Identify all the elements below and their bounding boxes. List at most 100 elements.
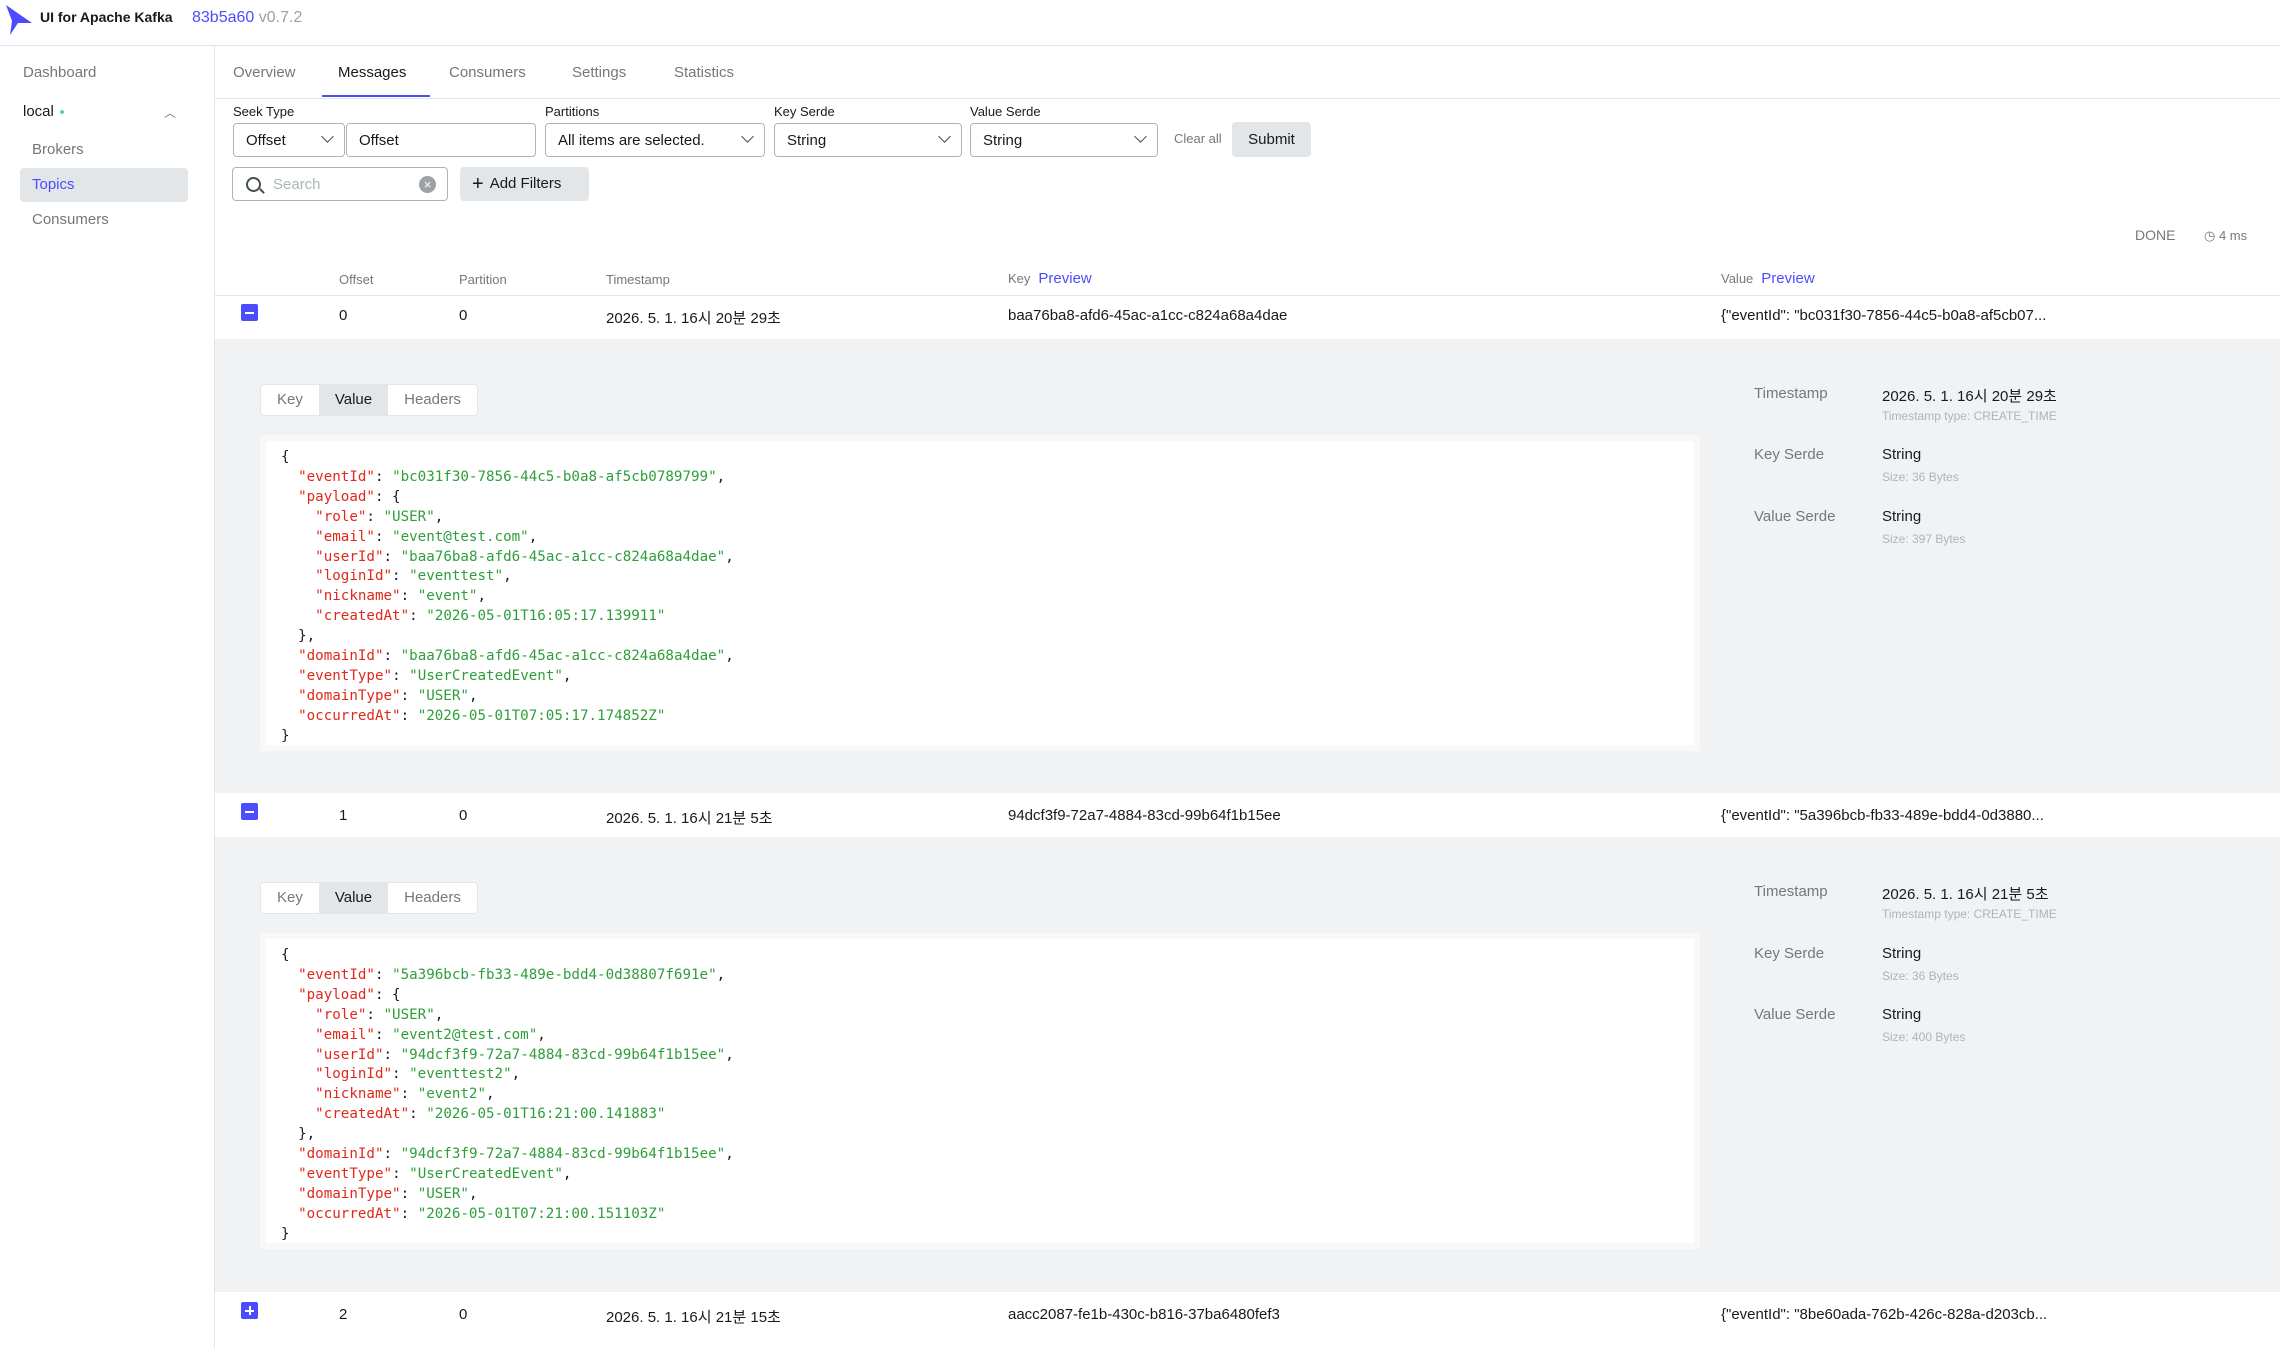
search-icon [246,177,261,192]
column-header-value: Value Preview [1721,270,1815,287]
row-value: {"eventId": "5a396bcb-fb33-489e-bdd4-0d3… [1721,807,2044,824]
sidebar-item-topics[interactable]: Topics [32,176,75,193]
json-content: { "eventId": "5a396bcb-fb33-489e-bdd4-0d… [281,947,734,1242]
partitions-label: Partitions [545,104,600,119]
meta-timestamp-type: Timestamp type: CREATE_TIME [1882,907,2057,921]
json-viewer: { "eventId": "bc031f30-7856-44c5-b0a8-af… [260,435,1700,751]
meta-key-serde-value: String [1882,945,1922,962]
column-header-partition[interactable]: Partition [459,272,507,287]
row-partition: 0 [459,307,468,324]
row-value: {"eventId": "8be60ada-762b-426c-828a-d20… [1721,1306,2048,1323]
app-title[interactable]: UI for Apache Kafka [40,9,173,25]
cluster-name: local [23,103,54,120]
row-partition: 0 [459,807,468,824]
version-info: 83b5a60 v0.7.2 [192,9,302,27]
sidebar-cluster-local[interactable]: local [23,103,64,120]
cluster-status-dot [59,110,64,115]
submit-button[interactable]: Submit [1232,122,1311,157]
value-serde-label: Value Serde [970,104,1041,119]
chevron-up-icon[interactable]: ︿ [164,104,176,121]
meta-value-serde-value: String [1882,1006,1922,1023]
meta-value-serde-label: Value Serde [1754,508,1836,525]
status-done: DONE [2135,227,2176,243]
meta-timestamp-value: 2026. 5. 1. 16시 21분 5초 [1882,886,2049,903]
add-filters-label: Add Filters [489,175,562,192]
offset-input-value: Offset [359,132,399,149]
key-serde-value: String [787,132,827,149]
elapsed-value: 4 ms [2218,228,2248,243]
value-serde-select[interactable]: String [970,123,1158,157]
row-timestamp: 2026. 5. 1. 16시 21분 15초 [606,1309,781,1326]
key-preview-button[interactable]: Preview [1038,270,1091,287]
meta-key-serde-value: String [1882,446,1922,463]
expand-row-icon[interactable] [241,1302,258,1319]
meta-timestamp-value: 2026. 5. 1. 16시 20분 29초 [1882,388,2057,405]
tab-statistics[interactable]: Statistics [674,64,734,81]
meta-value-serde-label: Value Serde [1754,1006,1836,1023]
partitions-select[interactable]: All items are selected. [545,123,765,157]
active-tab-indicator [322,95,430,97]
header-divider [215,295,2280,296]
detail-tab-headers[interactable]: Headers [388,385,477,415]
value-header-label: Value [1721,271,1754,286]
meta-key-size: Size: 36 Bytes [1882,969,1959,983]
column-header-key: Key Preview [1008,270,1092,287]
value-serde-value: String [983,132,1023,149]
tab-settings[interactable]: Settings [572,64,626,81]
meta-value-serde-value: String [1882,508,1922,525]
sidebar [0,46,215,1348]
meta-timestamp-type: Timestamp type: CREATE_TIME [1882,409,2057,423]
tab-overview[interactable]: Overview [233,64,296,81]
row-offset: 0 [339,307,348,324]
key-serde-select[interactable]: String [774,123,962,157]
value-preview-button[interactable]: Preview [1761,270,1814,287]
chevron-down-icon [938,130,951,143]
meta-timestamp-label: Timestamp [1754,883,1828,900]
collapse-row-icon[interactable] [241,803,258,820]
offset-input[interactable]: Offset [346,123,536,157]
meta-key-serde-label: Key Serde [1754,446,1825,463]
clear-search-icon[interactable]: × [419,176,436,193]
tab-messages[interactable]: Messages [338,64,406,81]
sidebar-item-brokers[interactable]: Brokers [32,141,84,158]
tab-consumers[interactable]: Consumers [449,64,526,81]
collapse-row-icon[interactable] [241,304,258,321]
commit-link[interactable]: 83b5a60 [192,9,254,26]
detail-tab-key[interactable]: Key [261,385,319,415]
seek-type-value: Offset [246,132,286,149]
seek-type-select[interactable]: Offset [233,123,345,157]
row-value: {"eventId": "bc031f30-7856-44c5-b0a8-af5… [1721,307,2047,324]
detail-tabs: Key Value Headers [260,882,478,914]
detail-tab-value[interactable]: Value [318,385,389,415]
search-placeholder: Search [273,176,321,193]
version-label: v0.7.2 [258,9,303,26]
sidebar-item-consumers[interactable]: Consumers [32,211,109,228]
meta-timestamp-label: Timestamp [1754,385,1828,402]
column-header-offset[interactable]: Offset [339,272,373,287]
clock-icon: ◷ [2204,228,2216,243]
column-header-timestamp[interactable]: Timestamp [606,272,670,287]
detail-tab-headers[interactable]: Headers [388,883,477,913]
detail-tabs: Key Value Headers [260,384,478,416]
row-offset: 2 [339,1306,348,1323]
json-viewer: { "eventId": "5a396bcb-fb33-489e-bdd4-0d… [260,933,1700,1249]
chevron-down-icon [741,130,754,143]
row-key: baa76ba8-afd6-45ac-a1cc-c824a68a4dae [1008,307,1288,324]
json-content: { "eventId": "bc031f30-7856-44c5-b0a8-af… [281,449,734,744]
detail-tab-value[interactable]: Value [318,883,389,913]
meta-key-size: Size: 36 Bytes [1882,470,1959,484]
key-serde-label: Key Serde [774,104,835,119]
meta-key-serde-label: Key Serde [1754,945,1825,962]
search-input[interactable]: Search × [232,167,448,201]
add-filters-button[interactable]: + Add Filters [460,167,589,201]
meta-value-size: Size: 397 Bytes [1882,532,1966,546]
detail-tab-key[interactable]: Key [261,883,319,913]
clear-all-button[interactable]: Clear all [1174,131,1222,146]
row-offset: 1 [339,807,348,824]
kafka-logo-icon[interactable] [4,3,34,37]
row-timestamp: 2026. 5. 1. 16시 20분 29초 [606,310,781,327]
row-key: aacc2087-fe1b-430c-b816-37ba6480fef3 [1008,1306,1280,1323]
key-header-label: Key [1008,271,1031,286]
sidebar-item-dashboard[interactable]: Dashboard [23,64,96,81]
row-partition: 0 [459,1306,468,1323]
